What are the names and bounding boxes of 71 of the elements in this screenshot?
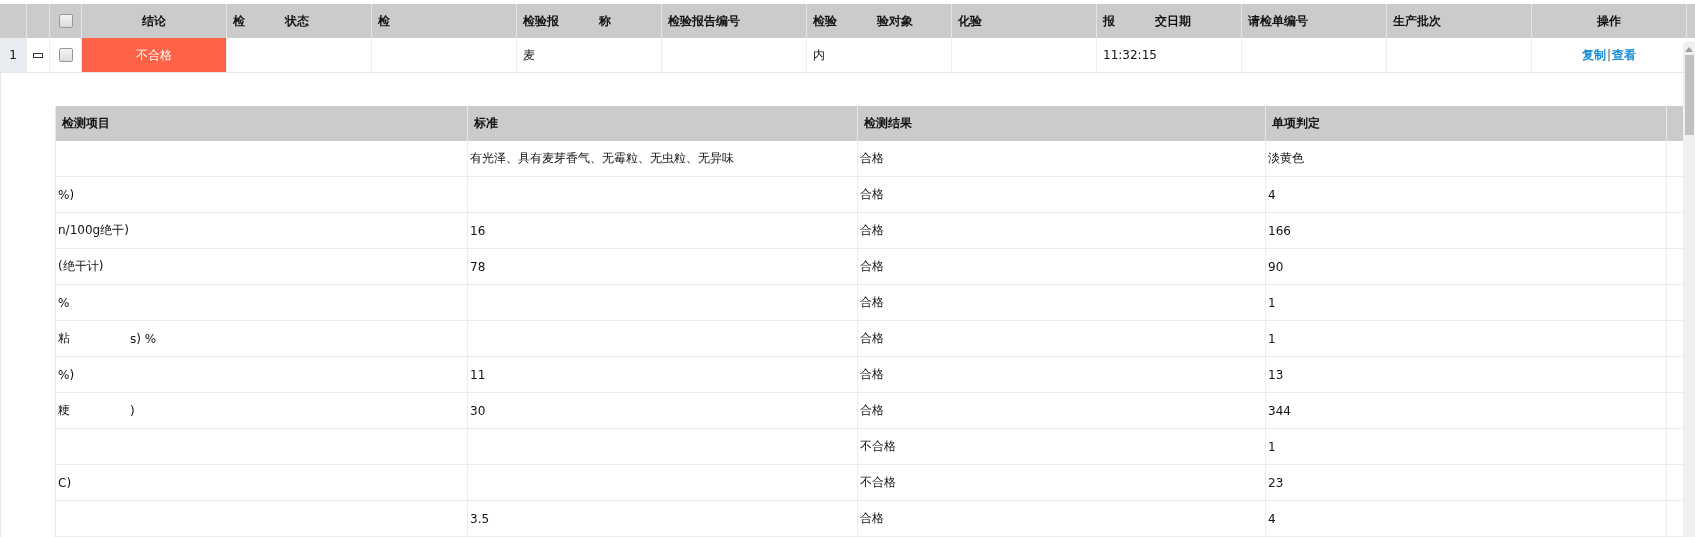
table-cell: s) %: [130, 331, 157, 346]
table-cell: 4: [1268, 511, 1276, 526]
column-header: 验对象: [877, 12, 913, 30]
table-cell: 淡黄色: [1268, 150, 1304, 167]
column-header: 称: [599, 12, 611, 30]
table-cell: 1: [1268, 331, 1276, 346]
column-header: 检: [233, 12, 245, 30]
column-header: 报: [1103, 12, 1115, 30]
column-header: 检验报: [523, 12, 559, 30]
table-cell: 麦: [523, 46, 535, 64]
table-cell: 合格: [860, 222, 884, 239]
row-number: 1: [9, 48, 17, 62]
table-cell: 内: [813, 46, 825, 64]
column-header: 检测项目: [62, 115, 110, 132]
table-cell: C): [58, 475, 72, 490]
table-cell: 不合格: [860, 474, 896, 491]
table-cell: 4: [1268, 187, 1276, 202]
table-cell: (绝干计): [58, 258, 104, 275]
table-cell: 16: [470, 223, 486, 238]
conclusion-badge: 不合格: [82, 38, 226, 72]
collapse-icon[interactable]: [33, 52, 43, 58]
table-cell: 11:32:15: [1103, 48, 1157, 62]
table-cell: %: [58, 295, 70, 310]
table-cell: 78: [470, 259, 486, 274]
table-cell: %): [58, 187, 75, 202]
table-cell: 粳: [58, 402, 70, 419]
table-cell: 1: [1268, 439, 1276, 454]
table-cell: 1: [1268, 295, 1276, 310]
table-cell: 23: [1268, 475, 1284, 490]
table-cell: 344: [1268, 403, 1291, 418]
scroll-up-icon[interactable]: [1685, 46, 1693, 52]
table-cell: 90: [1268, 259, 1284, 274]
table-cell: 粘: [58, 330, 70, 347]
column-header: 结论: [142, 12, 166, 30]
table-cell: 合格: [860, 186, 884, 203]
table-cell: 合格: [860, 330, 884, 347]
select-all-checkbox[interactable]: [58, 14, 73, 28]
action-link[interactable]: 复制: [1581, 47, 1606, 62]
table-cell: 合格: [860, 366, 884, 383]
column-header: 检验: [813, 12, 837, 30]
table-cell: 166: [1268, 223, 1291, 238]
column-header: 检: [378, 12, 390, 30]
column-header: 检测结果: [864, 115, 912, 132]
column-header: 化验: [958, 12, 982, 30]
scroll-thumb[interactable]: [1684, 55, 1694, 135]
table-cell: 合格: [860, 510, 884, 527]
separator: |: [1606, 47, 1611, 62]
column-header: 检验报告编号: [668, 12, 740, 30]
column-header: 操作: [1597, 12, 1621, 30]
row-checkbox[interactable]: [58, 48, 73, 62]
table-cell: 有光泽、具有麦芽香气、无霉粒、无虫粒、无异味: [470, 150, 734, 167]
table-cell: 30: [470, 403, 486, 418]
table-cell: %): [58, 367, 75, 382]
table-cell: 11: [470, 367, 486, 382]
scrollbar[interactable]: [1683, 42, 1695, 537]
column-header: 单项判定: [1272, 115, 1320, 132]
table-cell: n/100g绝干): [58, 222, 129, 239]
column-header: 交日期: [1155, 12, 1191, 30]
action-link[interactable]: 查看: [1612, 47, 1636, 62]
table-cell: 13: [1268, 367, 1284, 382]
table-cell: ): [130, 403, 135, 418]
table-cell: 3.5: [470, 511, 490, 526]
column-header: 标准: [474, 115, 498, 132]
table-cell: 不合格: [860, 438, 896, 455]
table-cell: 合格: [860, 402, 884, 419]
column-header: 请检单编号: [1248, 12, 1308, 30]
column-header: 状态: [285, 12, 309, 30]
table-cell: 合格: [860, 258, 884, 275]
table-cell: 合格: [860, 150, 884, 167]
table-cell: 合格: [860, 294, 884, 311]
column-header: 生产批次: [1393, 12, 1441, 30]
